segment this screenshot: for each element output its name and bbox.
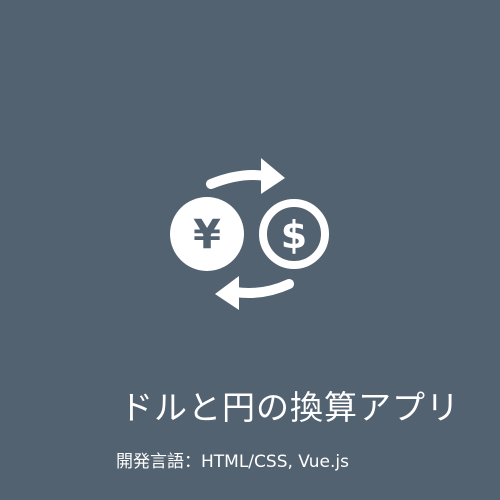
dev-language-value: HTML/CSS, Vue.js [201, 452, 349, 472]
bottom-arrow-head-icon [215, 276, 239, 310]
yen-symbol: ¥ [193, 212, 221, 258]
top-arrow-icon [206, 170, 270, 189]
dev-language-label: 開発言語 [116, 452, 184, 472]
app-title: ドルと円の換算アプリ [120, 388, 460, 427]
dev-language-line: 開発言語：HTML/CSS, Vue.js [116, 449, 349, 475]
currency-exchange-icon: ¥ $ [170, 158, 329, 310]
app-tile: ¥ $ ドルと円の換算アプリ 開発言語：HTML/CSS, Vue.js [0, 0, 500, 500]
dev-language-separator: ： [184, 452, 201, 472]
dollar-symbol: $ [281, 213, 307, 257]
bottom-arrow-icon [230, 279, 294, 298]
top-arrow-head-icon [261, 158, 285, 194]
